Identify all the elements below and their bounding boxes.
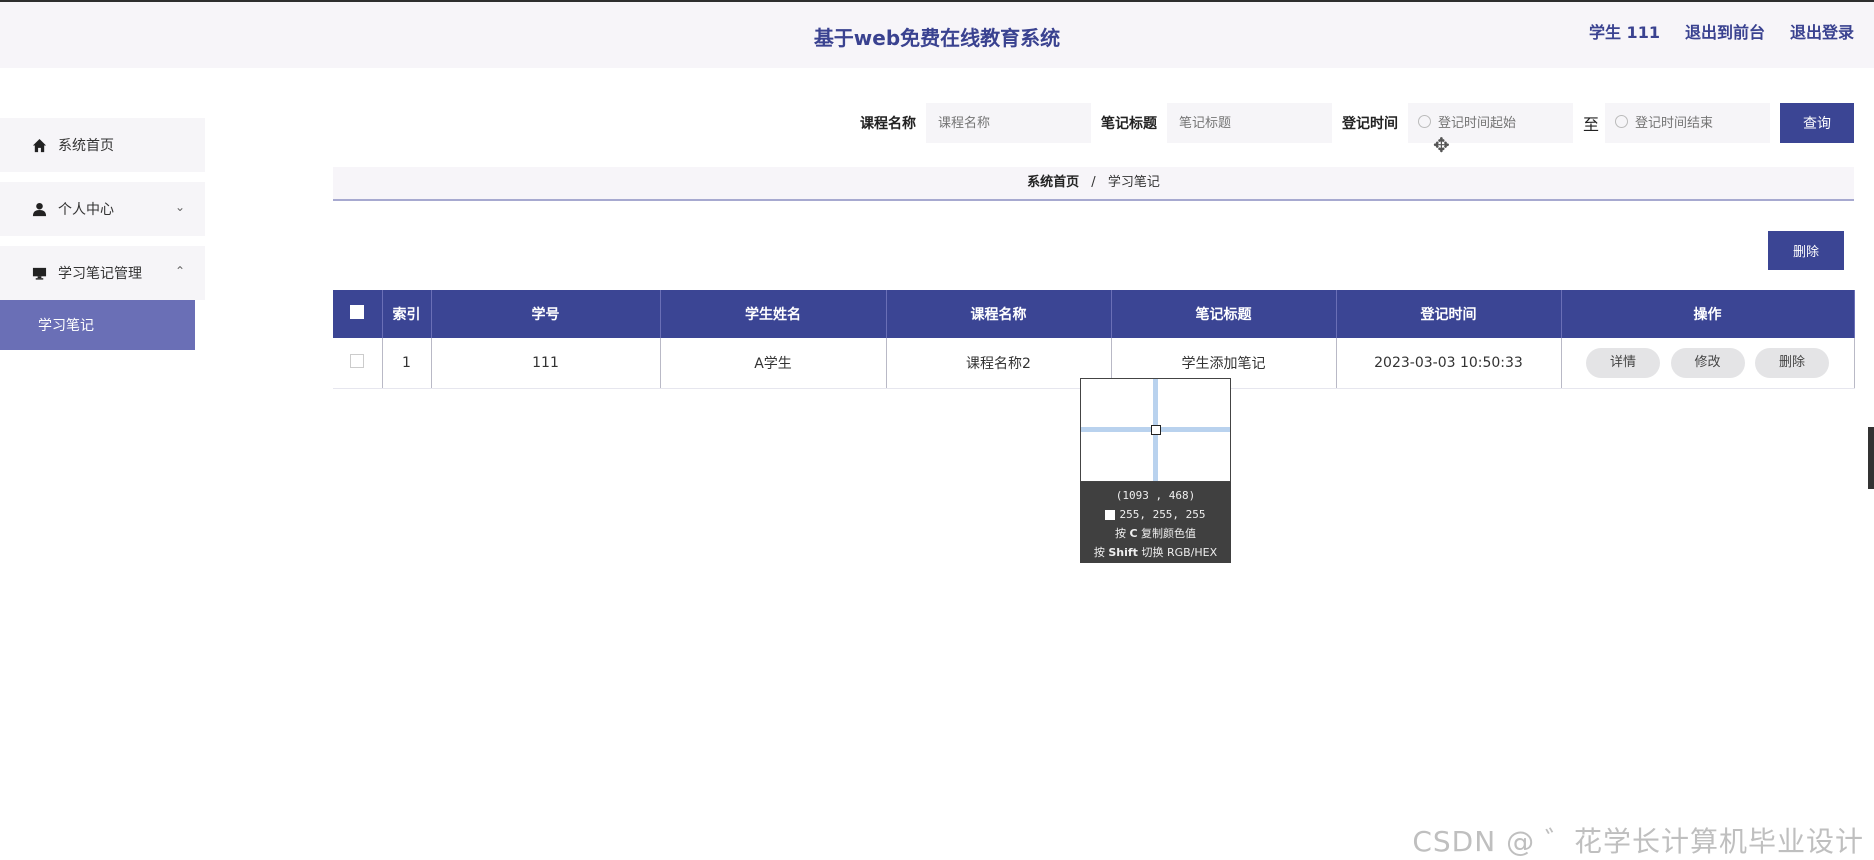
course-name-input[interactable] [925, 103, 1091, 143]
top-header: 基于web免费在线教育系统 学生 111 退出到前台 退出登录 [0, 0, 1874, 68]
breadcrumb-separator: / [1091, 175, 1096, 190]
index-cell: 1 [382, 338, 432, 389]
search-bar: 课程名称 笔记标题 登记时间 至 查询 [860, 103, 1854, 143]
column-header: 课程名称 [886, 290, 1112, 338]
note-title-label: 笔记标题 [1100, 116, 1157, 132]
note-title-input[interactable] [1166, 103, 1332, 143]
home-icon [30, 136, 48, 154]
student-no-cell: 111 [431, 338, 661, 389]
picker-hint-copy: 按 C 复制颜色值 [1080, 524, 1231, 543]
select-all-checkbox[interactable] [350, 305, 365, 319]
picker-color-row: 255, 255, 255 [1080, 505, 1231, 524]
breadcrumb-current: 学习笔记 [1107, 175, 1160, 190]
clock-icon [1417, 115, 1431, 128]
row-delete-button[interactable]: 删除 [1754, 347, 1829, 378]
move-cursor-icon: ✥ [1433, 133, 1450, 157]
row-checkbox[interactable] [350, 353, 365, 368]
chevron-up-icon: ⌃ [174, 264, 185, 278]
current-user-label: 学生 111 [1588, 23, 1660, 42]
watermark: CSDN @ ゛花学长计算机毕业设计 [1412, 825, 1864, 858]
row-select-cell [333, 338, 383, 389]
hint-key: C [1129, 527, 1138, 540]
notes-table: 索引 学号 学生姓名 课程名称 笔记标题 登记时间 操作 1 111 A学生 课… [333, 290, 1855, 389]
course-name-cell: 课程名称2 [886, 338, 1112, 389]
clock-icon [1615, 115, 1628, 128]
operations-cell: 详情 修改 删除 [1561, 338, 1855, 389]
sidebar-item-home[interactable]: 系统首页 [0, 118, 205, 172]
header-user-area: 学生 111 退出到前台 退出登录 [1589, 19, 1874, 43]
color-swatch [1105, 510, 1116, 520]
logout-link[interactable]: 退出登录 [1790, 19, 1854, 43]
column-header: 笔记标题 [1111, 290, 1337, 338]
picker-rgb: 255, 255, 255 [1119, 508, 1206, 521]
breadcrumb-home[interactable]: 系统首页 [1027, 175, 1079, 190]
query-button[interactable]: 查询 [1780, 103, 1854, 143]
hint-text: 复制颜色值 [1137, 527, 1197, 540]
sidebar-item-note-management[interactable]: 学习笔记管理 ⌃ [0, 246, 205, 300]
date-range-separator: 至 [1582, 115, 1599, 134]
register-time-label: 登记时间 [1341, 116, 1398, 132]
select-all-header [333, 290, 383, 338]
sidebar-item-label: 学习笔记管理 [58, 266, 142, 282]
end-date-input[interactable] [1605, 103, 1770, 143]
back-to-front-link[interactable]: 退出到前台 [1685, 19, 1765, 43]
edit-button[interactable]: 修改 [1670, 347, 1745, 378]
sidebar: 系统首页 个人中心 ⌄ 学习笔记管理 ⌃ 学习笔记 [0, 118, 205, 350]
hint-text: 切换 RGB/HEX [1137, 546, 1218, 559]
sidebar-subitem-study-notes[interactable]: 学习笔记 [0, 300, 195, 350]
magnifier-view [1080, 378, 1231, 482]
chevron-down-icon: ⌄ [174, 200, 185, 214]
detail-button[interactable]: 详情 [1586, 347, 1661, 378]
course-name-label: 课程名称 [859, 116, 916, 132]
end-date-picker[interactable] [1605, 103, 1770, 143]
hint-text: 按 [1114, 527, 1130, 540]
table-header-row: 索引 学号 学生姓名 课程名称 笔记标题 登记时间 操作 [333, 290, 1855, 338]
user-icon [30, 200, 48, 218]
monitor-icon [30, 264, 48, 282]
hint-text: 按 [1093, 546, 1109, 559]
column-header: 学生姓名 [660, 290, 887, 338]
column-header: 学号 [431, 290, 661, 338]
breadcrumb: 系统首页 / 学习笔记 [333, 167, 1854, 201]
batch-delete-button[interactable]: 删除 [1768, 231, 1844, 270]
picker-hint-toggle: 按 Shift 切换 RGB/HEX [1080, 543, 1231, 562]
sidebar-item-label: 系统首页 [58, 138, 114, 154]
hint-key: Shift [1108, 546, 1138, 559]
column-header: 登记时间 [1336, 290, 1562, 338]
color-picker-overlay: (1093 , 468) 255, 255, 255 按 C 复制颜色值 按 S… [1080, 378, 1231, 563]
sidebar-item-personal-center[interactable]: 个人中心 ⌄ [0, 182, 205, 236]
column-header: 索引 [382, 290, 432, 338]
student-name-cell: A学生 [660, 338, 887, 389]
sidebar-item-label: 个人中心 [58, 202, 114, 218]
register-time-cell: 2023-03-03 10:50:33 [1336, 338, 1562, 389]
crosshair-center [1151, 425, 1161, 435]
picker-coords: (1093 , 468) [1115, 489, 1196, 502]
picker-info: (1093 , 468) 255, 255, 255 按 C 复制颜色值 按 S… [1080, 482, 1231, 563]
column-header: 操作 [1561, 290, 1855, 338]
scrollbar-thumb[interactable] [1868, 427, 1874, 489]
